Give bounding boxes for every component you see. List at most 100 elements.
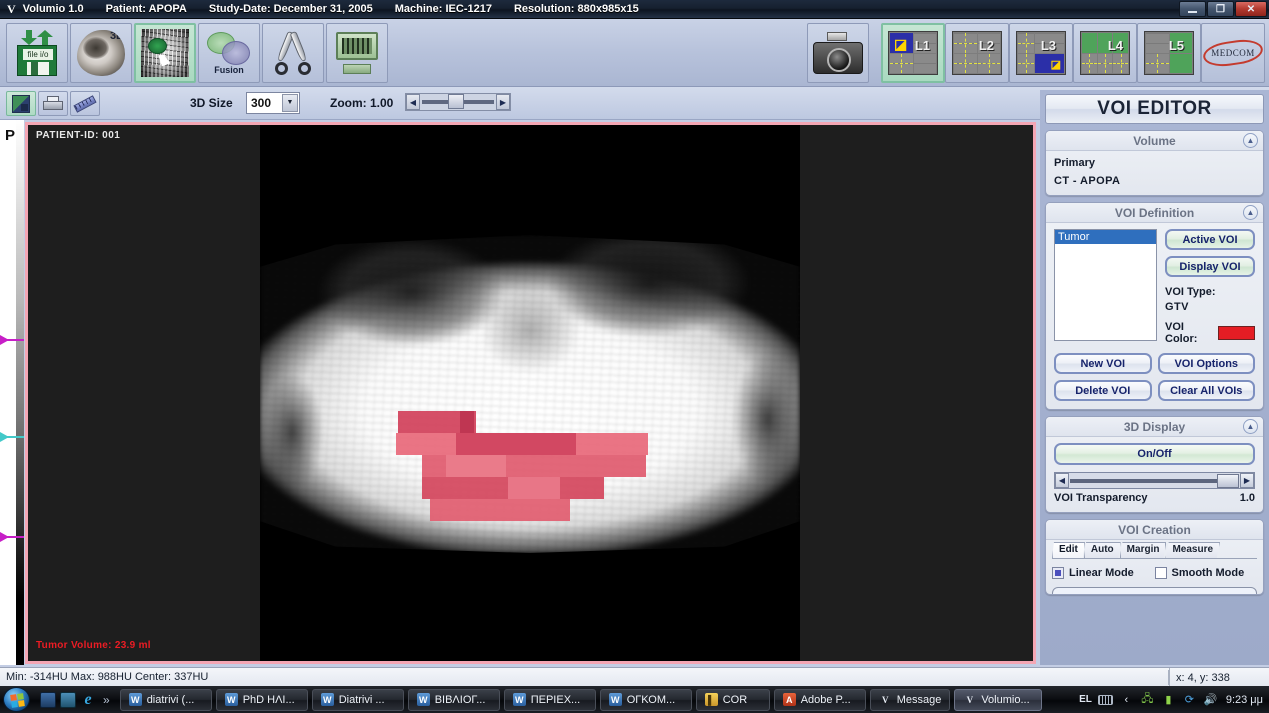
- chevron-up-icon[interactable]: ▲: [1243, 419, 1258, 434]
- voi-options-button[interactable]: VOI Options: [1157, 353, 1255, 374]
- task-button[interactable]: V Message: [869, 688, 951, 711]
- zoom-label: Zoom: 1.00: [330, 96, 394, 110]
- task-label: Message: [896, 693, 942, 706]
- minimize-button[interactable]: [1179, 1, 1206, 17]
- transparency-decrease-icon[interactable]: ◀: [1055, 473, 1069, 488]
- new-voi-button[interactable]: New VOI: [1054, 353, 1152, 374]
- network-icon[interactable]: 🖧: [1140, 693, 1155, 707]
- smooth-mode-checkbox[interactable]: [1154, 567, 1167, 579]
- zoom-slider-track[interactable]: [422, 94, 494, 109]
- display-3d-title: 3D Display: [1123, 419, 1186, 434]
- chevron-up-icon[interactable]: ▲: [1243, 205, 1258, 220]
- task-button[interactable]: W ΒΙΒΛΙΟΓ...: [407, 688, 500, 711]
- task-button[interactable]: A Adobe P...: [773, 688, 866, 711]
- tray-overflow-icon[interactable]: ‹: [1119, 693, 1134, 707]
- show-desktop-icon[interactable]: [40, 691, 56, 708]
- layout-l3-label: L3: [1040, 38, 1056, 53]
- layout-l1-label: L1: [914, 38, 930, 53]
- toolbar-button-file-io[interactable]: file i/o: [6, 23, 68, 83]
- ct-volume-render[interactable]: [260, 125, 800, 661]
- chevron-down-icon[interactable]: ▼: [282, 94, 298, 112]
- scissors-icon: [270, 30, 316, 75]
- task-button-active[interactable]: V Volumio...: [954, 688, 1043, 711]
- toolbar-button-3d-head[interactable]: 3D: [70, 23, 132, 83]
- zoom-slider[interactable]: ◀ ▶: [405, 93, 511, 111]
- tab-auto[interactable]: Auto: [1083, 542, 1121, 558]
- active-voi-button[interactable]: Active VOI: [1165, 229, 1255, 250]
- task-label: PhD ΗΛΙ...: [242, 693, 295, 706]
- voi-overlay-segment: [430, 499, 570, 521]
- grayscale-ramp[interactable]: [16, 120, 24, 665]
- voi-color-row: VOI Color:: [1165, 321, 1255, 345]
- window-max-marker[interactable]: [0, 335, 24, 345]
- voi-creation-field[interactable]: [1052, 587, 1257, 594]
- task-button[interactable]: Wdiatrivi (...: [119, 688, 212, 711]
- toolbar-layout-l4[interactable]: L4: [1073, 23, 1137, 83]
- smooth-mode-option[interactable]: Smooth Mode: [1154, 567, 1258, 579]
- battery-icon[interactable]: ▮: [1161, 693, 1176, 707]
- zoom-decrease-icon[interactable]: ◀: [406, 94, 420, 110]
- toolbar-layout-l1[interactable]: ◪ L1: [881, 23, 945, 83]
- volume-icon[interactable]: 🔊: [1203, 693, 1218, 707]
- voi-action-buttons: New VOI VOI Options Delete VOI Clear All…: [1054, 353, 1255, 401]
- chevron-up-icon[interactable]: ▲: [1243, 133, 1258, 148]
- window-center-marker[interactable]: [0, 432, 24, 442]
- close-button[interactable]: ✕: [1235, 1, 1267, 17]
- task-list: Wdiatrivi (... W PhD ΗΛΙ... W Diatrivi ...…: [119, 688, 1079, 711]
- task-button[interactable]: W ΠΕΡΙΕΧ...: [503, 688, 596, 711]
- toolbar-button-fusion[interactable]: Fusion: [198, 23, 260, 83]
- print-button[interactable]: [38, 91, 68, 116]
- measure-button[interactable]: [70, 91, 100, 116]
- keyboard-icon[interactable]: [1097, 694, 1113, 705]
- hu-statistics: Min: -314HU Max: 988HU Center: 337HU: [6, 671, 209, 683]
- toolbar-layout-l3[interactable]: L3 ◪: [1009, 23, 1073, 83]
- start-button[interactable]: [3, 687, 30, 712]
- linear-mode-option[interactable]: Linear Mode: [1052, 567, 1155, 579]
- zoom-slider-thumb[interactable]: [448, 94, 464, 109]
- voi-list[interactable]: Tumor: [1054, 229, 1157, 341]
- task-button[interactable]: W Diatrivi ...: [311, 688, 404, 711]
- display-3d-onoff-button[interactable]: On/Off: [1054, 443, 1255, 465]
- tab-measure[interactable]: Measure: [1165, 542, 1221, 558]
- voi-transparency-slider[interactable]: ◀ ▶: [1054, 472, 1255, 489]
- toolbar-button-cut-tools[interactable]: [262, 23, 324, 83]
- window-level-strip[interactable]: P: [0, 120, 24, 665]
- transparency-value: 1.0: [1239, 492, 1255, 504]
- display-voi-button[interactable]: Display VOI: [1165, 256, 1255, 277]
- switch-windows-icon[interactable]: [60, 691, 76, 708]
- internet-explorer-icon[interactable]: e: [80, 691, 96, 708]
- transparency-increase-icon[interactable]: ▶: [1240, 473, 1254, 488]
- 3d-size-select[interactable]: 300 ▼: [246, 92, 300, 114]
- linear-mode-checkbox[interactable]: [1052, 567, 1064, 579]
- toolbar-button-ct-segmentation[interactable]: [134, 23, 196, 83]
- voi-color-label: VOI Color:: [1165, 321, 1198, 345]
- voi-type-value: GTV: [1165, 301, 1189, 313]
- clock[interactable]: 9:23 μμ: [1226, 694, 1263, 706]
- language-indicator[interactable]: EL: [1079, 694, 1092, 705]
- tab-margin[interactable]: Margin: [1119, 542, 1167, 558]
- restore-button[interactable]: ❐: [1207, 1, 1234, 17]
- toolbar-button-workstation[interactable]: [326, 23, 388, 83]
- image-viewport[interactable]: PATIENT-ID: 001 Tumor Volume: 23.9 ml: [25, 122, 1036, 664]
- list-item[interactable]: Tumor: [1055, 230, 1156, 244]
- toolbar-button-snapshot[interactable]: [807, 23, 869, 83]
- clear-all-vois-button[interactable]: Clear All VOIs: [1157, 380, 1255, 401]
- transparency-slider-thumb[interactable]: [1217, 473, 1239, 488]
- voi-creation-tabs: Edit Auto Margin Measure: [1052, 542, 1257, 559]
- zoom-increase-icon[interactable]: ▶: [496, 94, 510, 110]
- quick-launch-overflow-icon[interactable]: »: [103, 693, 110, 707]
- task-button[interactable]: W PhD ΗΛΙ...: [215, 688, 308, 711]
- window-min-marker[interactable]: [0, 532, 24, 542]
- voi-color-swatch[interactable]: [1218, 326, 1255, 340]
- transparency-slider-track[interactable]: [1070, 473, 1239, 488]
- window-title-bar: V Volumio 1.0 Patient: APOPA Study-Date:…: [0, 0, 1269, 19]
- toolbar-layout-l2[interactable]: L2: [945, 23, 1009, 83]
- layout-l2-icon: L2: [952, 31, 1002, 75]
- sync-icon[interactable]: ⟳: [1182, 693, 1197, 707]
- export-image-button[interactable]: [6, 91, 36, 116]
- toolbar-layout-l5[interactable]: L5: [1137, 23, 1201, 83]
- tab-edit[interactable]: Edit: [1052, 542, 1085, 558]
- task-button[interactable]: ▌ COR: [695, 688, 770, 711]
- task-button[interactable]: W ΟΓΚΟΜ...: [599, 688, 692, 711]
- delete-voi-button[interactable]: Delete VOI: [1054, 380, 1152, 401]
